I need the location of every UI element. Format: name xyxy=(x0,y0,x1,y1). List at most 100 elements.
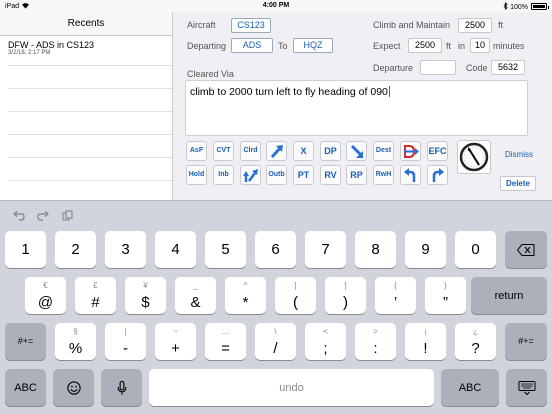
redo-button[interactable] xyxy=(37,208,49,226)
key-exclamation[interactable]: ¡! xyxy=(405,323,446,360)
shortcut-label: RP xyxy=(350,170,363,180)
heading-dial-button[interactable] xyxy=(457,140,491,174)
key-1[interactable]: 1 xyxy=(5,231,46,268)
abc-right-key[interactable]: ABC xyxy=(441,369,499,406)
shortcut-rv[interactable]: RV xyxy=(320,165,341,185)
climb-unit: ft xyxy=(498,20,504,30)
departure-field[interactable] xyxy=(420,60,456,75)
key-paren-close[interactable]: ]) xyxy=(325,277,366,314)
key-paren-open[interactable]: [( xyxy=(275,277,316,314)
return-key[interactable]: return xyxy=(471,277,547,314)
list-item xyxy=(8,89,172,112)
key-9[interactable]: 9 xyxy=(405,231,446,268)
expect-minutes-unit: minutes xyxy=(493,41,525,51)
shortcut-climb[interactable] xyxy=(266,141,287,161)
key-question[interactable]: ¿? xyxy=(455,323,496,360)
battery-icon xyxy=(531,3,549,10)
emoji-icon xyxy=(66,380,81,395)
aircraft-button[interactable]: CS123 xyxy=(231,18,271,33)
emoji-key[interactable] xyxy=(53,369,94,406)
cleared-via-text[interactable]: climb to 2000 turn left to fly heading o… xyxy=(185,80,528,136)
aircraft-label: Aircraft xyxy=(187,20,216,30)
shortcut-d-arrow[interactable] xyxy=(400,141,421,161)
key-equals[interactable]: … = xyxy=(205,323,246,360)
shortcut-turn-right[interactable] xyxy=(427,165,448,185)
key-quote[interactable]: }” xyxy=(425,277,466,314)
text-caret xyxy=(388,86,390,97)
shortcut-label: Inb xyxy=(218,171,229,178)
key-colon[interactable]: >: xyxy=(355,323,396,360)
key-plus[interactable]: ~ + xyxy=(155,323,196,360)
list-item xyxy=(8,135,172,158)
list-item xyxy=(8,158,172,181)
destination-button[interactable]: HQZ xyxy=(293,38,333,53)
shortcut-pt[interactable]: PT xyxy=(293,165,314,185)
key-percent[interactable]: §% xyxy=(55,323,96,360)
climb-label: Climb and Maintain xyxy=(373,20,451,30)
shortcut-label: CVT xyxy=(216,147,231,154)
status-bar: iPad 4:00 PM 100% xyxy=(0,0,552,12)
key-hyphen[interactable]: | - xyxy=(105,323,146,360)
key-hash[interactable]: £ # xyxy=(75,277,116,314)
cleared-via-content: climb to 2000 turn left to fly heading o… xyxy=(190,86,388,98)
hide-keyboard-key[interactable] xyxy=(506,369,547,406)
space-bar[interactable]: undo xyxy=(149,369,434,406)
key-8[interactable]: 8 xyxy=(355,231,396,268)
shortcut-rp[interactable]: RP xyxy=(346,165,367,185)
shortcut-x[interactable]: X xyxy=(293,141,314,161)
list-item xyxy=(8,112,172,135)
abc-left-key[interactable]: ABC xyxy=(5,369,46,406)
key-ampersand[interactable]: _ & xyxy=(175,277,216,314)
shortcut-efc[interactable]: EFC xyxy=(427,141,448,161)
shortcut-dest[interactable]: Dest xyxy=(373,141,394,161)
key-at[interactable]: € @ xyxy=(25,277,66,314)
key-2[interactable]: 2 xyxy=(55,231,96,268)
key-5[interactable]: 5 xyxy=(205,231,246,268)
key-apostrophe[interactable]: {’ xyxy=(375,277,416,314)
shortcut-outb[interactable]: Outb xyxy=(266,165,287,185)
status-time: 4:00 PM xyxy=(262,2,290,9)
shortcut-descend[interactable] xyxy=(346,141,367,161)
departure-label: Departure xyxy=(373,63,414,73)
departing-button[interactable]: ADS xyxy=(231,38,273,53)
expect-altitude-field[interactable]: 2500 xyxy=(408,38,442,53)
key-semicolon[interactable]: <; xyxy=(305,323,346,360)
code-field[interactable]: 5632 xyxy=(491,60,525,75)
key-3[interactable]: 3 xyxy=(105,231,146,268)
shortcut-afttf[interactable]: AsF xyxy=(186,141,207,161)
shift-symbols-left-key[interactable]: #+= xyxy=(5,323,46,360)
expect-minutes-field[interactable]: 10 xyxy=(470,38,490,53)
backspace-key[interactable] xyxy=(505,231,547,268)
list-item xyxy=(8,181,172,200)
key-0[interactable]: 0 xyxy=(455,231,496,268)
shortcut-label: DP xyxy=(324,146,337,156)
shortcut-inb[interactable]: Inb xyxy=(213,165,234,185)
shortcut-hold[interactable]: Hold xyxy=(186,165,207,185)
dictation-key[interactable] xyxy=(101,369,142,406)
paste-button[interactable] xyxy=(62,208,73,226)
recent-item[interactable]: DFW - ADS in CS123 3/2/18, 2:17 PM xyxy=(8,36,172,66)
shortcut-rwh[interactable]: RwH xyxy=(373,165,394,185)
redo-icon xyxy=(37,211,49,221)
shortcut-climb-turn[interactable] xyxy=(240,165,261,185)
climb-field[interactable]: 2500 xyxy=(458,18,492,33)
recent-item-title: DFW - ADS in CS123 xyxy=(8,40,95,50)
key-asterisk[interactable]: ^ * xyxy=(225,277,266,314)
shortcut-clrd[interactable]: Clrd xyxy=(240,141,261,161)
recents-sidebar: Recents DFW - ADS in CS123 3/2/18, 2:17 … xyxy=(0,12,173,200)
delete-button[interactable]: Delete xyxy=(500,176,536,191)
d-arrow-icon xyxy=(404,145,419,158)
shortcut-cvt[interactable]: CVT xyxy=(213,141,234,161)
recents-title: Recents xyxy=(0,12,172,36)
dismiss-button[interactable]: Dismiss xyxy=(505,150,533,159)
key-dollar[interactable]: ¥ $ xyxy=(125,277,166,314)
shortcut-dp[interactable]: DP xyxy=(320,141,341,161)
undo-button[interactable] xyxy=(13,208,25,226)
key-6[interactable]: 6 xyxy=(255,231,296,268)
key-7[interactable]: 7 xyxy=(305,231,346,268)
key-slash[interactable]: \ / xyxy=(255,323,296,360)
key-4[interactable]: 4 xyxy=(155,231,196,268)
shift-symbols-right-key[interactable]: #+= xyxy=(505,323,547,360)
shortcut-turn-left[interactable] xyxy=(400,165,421,185)
keyboard-hide-icon xyxy=(518,380,535,395)
